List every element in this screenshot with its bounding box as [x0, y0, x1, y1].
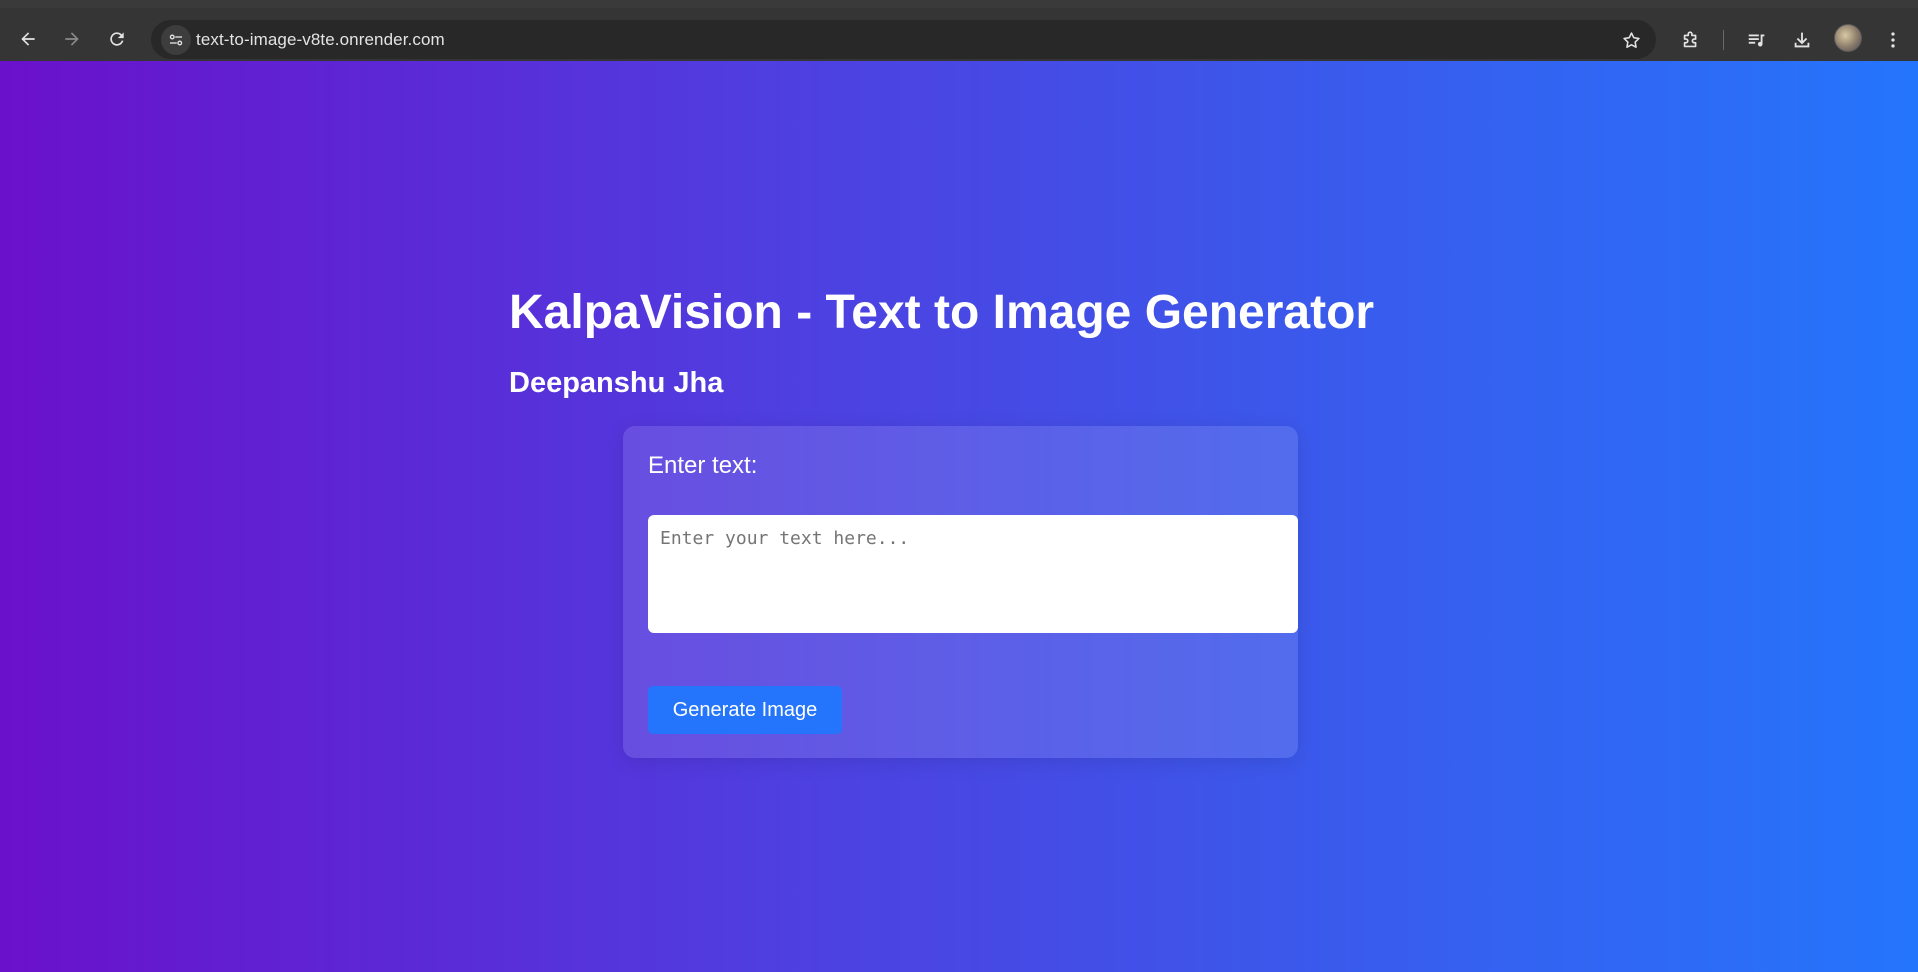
arrow-left-icon: [21, 32, 35, 46]
menu-button[interactable]: [1878, 25, 1908, 55]
text-input-label: Enter text:: [648, 452, 758, 479]
arrow-right-icon: [65, 32, 79, 46]
forward-button[interactable]: [57, 24, 87, 54]
browser-chrome: text-to-image-v8te.onrender.com: [0, 0, 1918, 61]
author-name: Deepanshu Jha: [509, 367, 724, 399]
page-content: KalpaVision - Text to Image Generator De…: [0, 61, 1918, 972]
toolbar-divider: [1723, 30, 1724, 50]
media-controls-button[interactable]: [1742, 25, 1772, 55]
reload-icon: [110, 32, 124, 46]
download-icon: [1794, 32, 1810, 48]
star-icon: [1622, 31, 1640, 48]
puzzle-icon: [1683, 31, 1697, 48]
reload-button[interactable]: [102, 24, 132, 54]
bookmark-button[interactable]: [1618, 27, 1644, 53]
url-text[interactable]: text-to-image-v8te.onrender.com: [196, 30, 445, 50]
tune-icon: [169, 34, 183, 46]
generator-form-card: Enter text: Generate Image: [623, 426, 1298, 758]
extensions-button[interactable]: [1676, 25, 1706, 55]
back-button[interactable]: [13, 24, 43, 54]
profile-avatar[interactable]: [1834, 24, 1862, 52]
page-title: KalpaVision - Text to Image Generator: [509, 286, 1375, 339]
browser-toolbar: text-to-image-v8te.onrender.com: [0, 8, 1918, 61]
generate-image-button[interactable]: Generate Image: [648, 686, 842, 734]
prompt-text-input[interactable]: [648, 515, 1298, 633]
address-bar[interactable]: text-to-image-v8te.onrender.com: [151, 20, 1656, 59]
downloads-button[interactable]: [1787, 25, 1817, 55]
kebab-menu-icon: [1891, 32, 1895, 48]
playlist-icon: [1748, 34, 1765, 47]
site-info-button[interactable]: [161, 25, 191, 55]
